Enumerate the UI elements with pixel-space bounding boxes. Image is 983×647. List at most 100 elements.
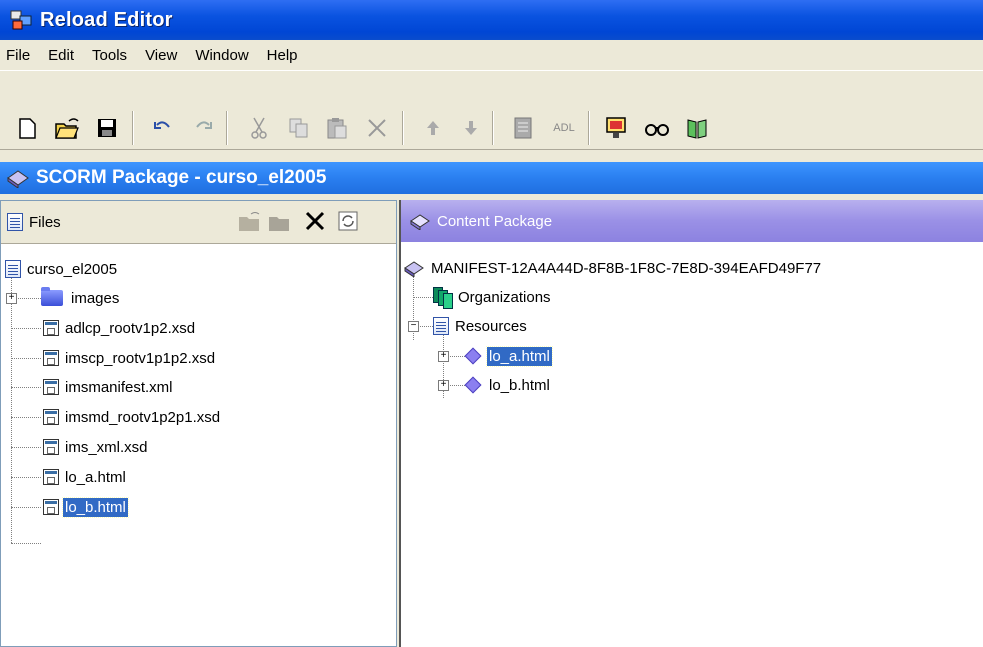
manifest-icon — [404, 261, 424, 277]
menu-tools[interactable]: Tools — [83, 47, 136, 64]
book-button[interactable] — [682, 113, 712, 143]
toolbar-separator — [588, 111, 590, 145]
tree-root-label: curso_el2005 — [27, 260, 118, 278]
move-down-icon — [465, 121, 477, 135]
window-title: Reload Editor — [40, 8, 173, 31]
metadata-button[interactable] — [508, 113, 538, 143]
metadata-icon — [514, 117, 532, 139]
move-up-button[interactable] — [418, 113, 448, 143]
file-icon — [43, 499, 59, 515]
file-icon — [43, 409, 59, 425]
paste-icon — [327, 118, 347, 139]
tree-line — [11, 417, 41, 418]
tree-item[interactable]: lo_a.html — [43, 465, 128, 489]
tree-line — [11, 447, 41, 448]
delete-icon — [368, 119, 386, 137]
resources-label: Resources — [455, 317, 527, 335]
delete-icon — [305, 211, 325, 231]
delete-file-button[interactable] — [303, 209, 327, 238]
tree-item[interactable]: images — [41, 286, 121, 310]
copy-button[interactable] — [284, 113, 314, 143]
expand-toggle[interactable]: + — [438, 351, 449, 362]
menu-edit[interactable]: Edit — [39, 47, 83, 64]
new-folder-button[interactable] — [267, 211, 291, 238]
copy-icon — [289, 118, 308, 138]
undo-icon — [154, 121, 170, 129]
open-button[interactable] — [52, 113, 82, 143]
toolbar-separator — [402, 111, 404, 145]
resources-icon — [433, 317, 449, 335]
new-icon — [19, 118, 36, 139]
menu-window[interactable]: Window — [186, 47, 257, 64]
save-icon — [98, 119, 116, 137]
redo-button[interactable] — [188, 113, 218, 143]
tree-item[interactable]: adlcp_rootv1p2.xsd — [43, 316, 197, 340]
book-icon — [687, 119, 707, 139]
open-icon — [55, 118, 79, 139]
delete-button[interactable] — [362, 113, 392, 143]
tree-root[interactable]: curso_el2005 — [5, 257, 119, 281]
tree-item-label: imsmanifest.xml — [65, 378, 173, 396]
cut-button[interactable] — [244, 113, 274, 143]
resources-node[interactable]: Resources — [433, 314, 529, 338]
tree-line — [11, 328, 41, 329]
package-title: SCORM Package - curso_el2005 — [36, 167, 327, 188]
refresh-button[interactable] — [337, 210, 359, 237]
tree-line — [11, 358, 41, 359]
open-folder-icon — [239, 212, 260, 231]
tree-line — [418, 326, 433, 327]
files-header-label: Files — [29, 213, 61, 231]
paste-button[interactable] — [322, 113, 352, 143]
content-panel-header: Content Package — [401, 200, 983, 242]
tree-line — [11, 387, 41, 388]
resource-icon — [464, 347, 482, 365]
expand-toggle[interactable]: + — [6, 293, 17, 304]
tree-line — [15, 298, 41, 299]
view-button[interactable] — [642, 113, 672, 143]
resource-icon — [464, 376, 482, 394]
preview-icon — [606, 117, 626, 138]
organizations-node[interactable]: Organizations — [433, 285, 553, 309]
undo-button[interactable] — [148, 113, 178, 143]
adl-label: ADL — [553, 122, 575, 134]
content-package-panel: Content Package MANIFEST-12A4A44D-8F8B-1… — [399, 200, 983, 647]
new-button[interactable] — [12, 113, 42, 143]
menu-help[interactable]: Help — [258, 47, 307, 64]
adl-button[interactable]: ADL — [546, 113, 582, 143]
redo-icon — [196, 121, 212, 129]
manifest-node[interactable]: MANIFEST-12A4A44D-8F8B-1F8C-7E8D-394EAFD… — [403, 256, 823, 280]
tree-item-label: adlcp_rootv1p2.xsd — [65, 319, 196, 337]
expand-toggle[interactable]: + — [438, 380, 449, 391]
package-icon — [7, 170, 29, 188]
tree-item-label: lo_b.html — [62, 496, 129, 518]
files-panel: Files curso_el2005 + images adlcp_rootv1… — [0, 200, 397, 647]
resource-item[interactable]: lo_b.html — [463, 373, 552, 397]
collapse-toggle[interactable]: − — [408, 321, 419, 332]
tree-item[interactable]: lo_b.html — [43, 495, 129, 519]
tree-item[interactable]: imscp_rootv1p1p2.xsd — [43, 346, 217, 370]
title-bar: Reload Editor — [0, 0, 983, 40]
file-icon — [43, 379, 59, 395]
menu-view[interactable]: View — [136, 47, 186, 64]
tree-item[interactable]: ims_xml.xsd — [43, 435, 150, 459]
save-button[interactable] — [92, 113, 122, 143]
folder-icon — [269, 217, 289, 231]
package-icon — [410, 214, 430, 230]
package-title-bar: SCORM Package - curso_el2005 — [0, 162, 983, 194]
files-panel-header: Files — [1, 201, 396, 244]
tree-line — [11, 507, 41, 508]
cut-icon — [251, 117, 267, 139]
tree-item[interactable]: imsmd_rootv1p2p1.xsd — [43, 405, 222, 429]
import-button[interactable] — [237, 211, 261, 238]
resource-item[interactable]: lo_a.html — [463, 344, 553, 368]
menu-file[interactable]: File — [0, 47, 39, 64]
files-icon — [7, 213, 23, 231]
preview-button[interactable] — [602, 113, 632, 143]
view-icon — [645, 124, 669, 136]
manifest-label: MANIFEST-12A4A44D-8F8B-1F8C-7E8D-394EAFD… — [431, 259, 822, 277]
tree-item[interactable]: imsmanifest.xml — [43, 375, 175, 399]
tree-item-label: imscp_rootv1p1p2.xsd — [65, 349, 216, 367]
move-down-button[interactable] — [456, 113, 486, 143]
content-header-label: Content Package — [437, 212, 553, 230]
file-icon — [43, 469, 59, 485]
